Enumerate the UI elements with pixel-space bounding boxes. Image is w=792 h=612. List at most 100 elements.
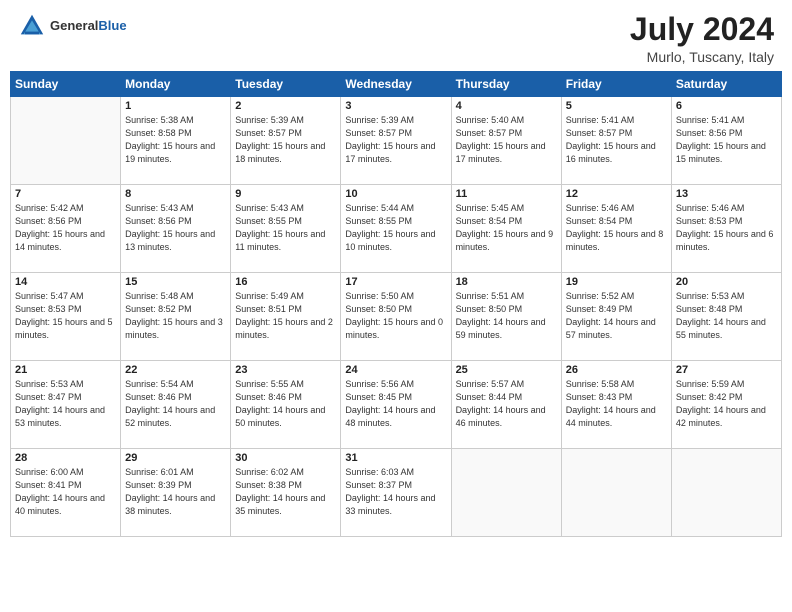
- day-info: Sunrise: 6:02 AMSunset: 8:38 PMDaylight:…: [235, 466, 336, 518]
- day-cell: 1 Sunrise: 5:38 AMSunset: 8:58 PMDaylight…: [121, 97, 231, 185]
- day-info: Sunrise: 5:42 AMSunset: 8:56 PMDaylight:…: [15, 202, 116, 254]
- weekday-header-row: SundayMondayTuesdayWednesdayThursdayFrid…: [11, 72, 782, 97]
- day-cell: 15 Sunrise: 5:48 AMSunset: 8:52 PMDayligh…: [121, 273, 231, 361]
- day-info: Sunrise: 5:41 AMSunset: 8:57 PMDaylight:…: [566, 114, 667, 166]
- day-cell: 8Sunrise: 5:43 AMSunset: 8:56 PMDaylight…: [121, 185, 231, 273]
- day-cell: 23Sunrise: 5:55 AMSunset: 8:46 PMDayligh…: [231, 361, 341, 449]
- weekday-header-sunday: Sunday: [11, 72, 121, 97]
- week-row-4: 21Sunrise: 5:53 AMSunset: 8:47 PMDayligh…: [11, 361, 782, 449]
- day-number: 22: [125, 364, 226, 376]
- day-number: 17: [345, 276, 446, 288]
- day-number: 13: [676, 188, 777, 200]
- day-cell: [671, 449, 781, 537]
- week-row-2: 7 Sunrise: 5:42 AMSunset: 8:56 PMDaylight…: [11, 185, 782, 273]
- day-cell: [11, 97, 121, 185]
- day-number: 8: [125, 188, 226, 200]
- day-number: 6: [676, 100, 777, 112]
- day-info: Sunrise: 5:54 AMSunset: 8:46 PMDaylight:…: [125, 378, 226, 430]
- page: GeneralBlue July 2024 Murlo, Tuscany, It…: [0, 0, 792, 612]
- logo-general: General: [50, 18, 98, 33]
- weekday-header-wednesday: Wednesday: [341, 72, 451, 97]
- day-cell: 18 Sunrise: 5:51 AMSunset: 8:50 PMDayligh…: [451, 273, 561, 361]
- day-number: 15: [125, 276, 226, 288]
- day-number: 23: [235, 364, 336, 376]
- day-number: 19: [566, 276, 667, 288]
- day-cell: 14Sunrise: 5:47 AMSunset: 8:53 PMDayligh…: [11, 273, 121, 361]
- day-number: 26: [566, 364, 667, 376]
- day-number: 11: [456, 188, 557, 200]
- day-number: 7: [15, 188, 116, 200]
- day-number: 16: [235, 276, 336, 288]
- location-title: Murlo, Tuscany, Italy: [630, 49, 774, 65]
- logo: GeneralBlue: [18, 12, 127, 40]
- day-cell: 9 Sunrise: 5:43 AMSunset: 8:55 PMDaylight…: [231, 185, 341, 273]
- day-info: Sunrise: 5:59 AMSunset: 8:42 PMDaylight:…: [676, 378, 777, 430]
- day-info: Sunrise: 5:38 AMSunset: 8:58 PMDaylight:…: [125, 114, 226, 166]
- day-cell: 24Sunrise: 5:56 AMSunset: 8:45 PMDayligh…: [341, 361, 451, 449]
- day-cell: 11Sunrise: 5:45 AMSunset: 8:54 PMDayligh…: [451, 185, 561, 273]
- day-cell: 2Sunrise: 5:39 AMSunset: 8:57 PMDaylight…: [231, 97, 341, 185]
- day-info: Sunrise: 5:51 AMSunset: 8:50 PMDaylight:…: [456, 290, 557, 342]
- weekday-header-thursday: Thursday: [451, 72, 561, 97]
- day-number: 28: [15, 452, 116, 464]
- day-info: Sunrise: 5:41 AMSunset: 8:56 PMDaylight:…: [676, 114, 777, 166]
- day-cell: 28 Sunrise: 6:00 AMSunset: 8:41 PMDayligh…: [11, 449, 121, 537]
- weekday-header-friday: Friday: [561, 72, 671, 97]
- day-info: Sunrise: 6:01 AMSunset: 8:39 PMDaylight:…: [125, 466, 226, 518]
- day-info: Sunrise: 5:46 AMSunset: 8:53 PMDaylight:…: [676, 202, 777, 254]
- day-number: 25: [456, 364, 557, 376]
- calendar: SundayMondayTuesdayWednesdayThursdayFrid…: [0, 71, 792, 612]
- day-number: 18: [456, 276, 557, 288]
- day-cell: 22 Sunrise: 5:54 AMSunset: 8:46 PMDayligh…: [121, 361, 231, 449]
- day-cell: 13 Sunrise: 5:46 AMSunset: 8:53 PMDayligh…: [671, 185, 781, 273]
- day-number: 3: [345, 100, 446, 112]
- header: GeneralBlue July 2024 Murlo, Tuscany, It…: [0, 0, 792, 71]
- day-cell: 27 Sunrise: 5:59 AMSunset: 8:42 PMDayligh…: [671, 361, 781, 449]
- week-row-1: 1 Sunrise: 5:38 AMSunset: 8:58 PMDaylight…: [11, 97, 782, 185]
- day-info: Sunrise: 5:40 AMSunset: 8:57 PMDaylight:…: [456, 114, 557, 166]
- day-cell: 20 Sunrise: 5:53 AMSunset: 8:48 PMDayligh…: [671, 273, 781, 361]
- day-number: 12: [566, 188, 667, 200]
- day-cell: 26 Sunrise: 5:58 AMSunset: 8:43 PMDayligh…: [561, 361, 671, 449]
- day-info: Sunrise: 5:43 AMSunset: 8:55 PMDaylight:…: [235, 202, 336, 254]
- logo-blue: Blue: [98, 18, 126, 33]
- day-number: 29: [125, 452, 226, 464]
- day-number: 27: [676, 364, 777, 376]
- day-info: Sunrise: 5:47 AMSunset: 8:53 PMDaylight:…: [15, 290, 116, 342]
- month-title: July 2024: [630, 12, 774, 47]
- weekday-header-tuesday: Tuesday: [231, 72, 341, 97]
- day-info: Sunrise: 5:58 AMSunset: 8:43 PMDaylight:…: [566, 378, 667, 430]
- calendar-table: SundayMondayTuesdayWednesdayThursdayFrid…: [10, 71, 782, 537]
- day-cell: 10 Sunrise: 5:44 AMSunset: 8:55 PMDayligh…: [341, 185, 451, 273]
- day-cell: 29 Sunrise: 6:01 AMSunset: 8:39 PMDayligh…: [121, 449, 231, 537]
- day-info: Sunrise: 5:46 AMSunset: 8:54 PMDaylight:…: [566, 202, 667, 254]
- week-row-3: 14Sunrise: 5:47 AMSunset: 8:53 PMDayligh…: [11, 273, 782, 361]
- day-cell: [561, 449, 671, 537]
- day-cell: 30Sunrise: 6:02 AMSunset: 8:38 PMDayligh…: [231, 449, 341, 537]
- day-cell: 25 Sunrise: 5:57 AMSunset: 8:44 PMDayligh…: [451, 361, 561, 449]
- day-info: Sunrise: 5:48 AMSunset: 8:52 PMDaylight:…: [125, 290, 226, 342]
- day-cell: 5 Sunrise: 5:41 AMSunset: 8:57 PMDaylight…: [561, 97, 671, 185]
- day-cell: 19Sunrise: 5:52 AMSunset: 8:49 PMDayligh…: [561, 273, 671, 361]
- day-cell: 7 Sunrise: 5:42 AMSunset: 8:56 PMDaylight…: [11, 185, 121, 273]
- day-cell: 3 Sunrise: 5:39 AMSunset: 8:57 PMDaylight…: [341, 97, 451, 185]
- day-info: Sunrise: 5:44 AMSunset: 8:55 PMDaylight:…: [345, 202, 446, 254]
- day-number: 9: [235, 188, 336, 200]
- day-info: Sunrise: 5:53 AMSunset: 8:48 PMDaylight:…: [676, 290, 777, 342]
- day-number: 2: [235, 100, 336, 112]
- day-number: 1: [125, 100, 226, 112]
- day-number: 5: [566, 100, 667, 112]
- weekday-header-monday: Monday: [121, 72, 231, 97]
- day-cell: [451, 449, 561, 537]
- day-number: 10: [345, 188, 446, 200]
- day-number: 21: [15, 364, 116, 376]
- day-cell: 4 Sunrise: 5:40 AMSunset: 8:57 PMDaylight…: [451, 97, 561, 185]
- day-number: 20: [676, 276, 777, 288]
- day-info: Sunrise: 5:56 AMSunset: 8:45 PMDaylight:…: [345, 378, 446, 430]
- day-info: Sunrise: 6:00 AMSunset: 8:41 PMDaylight:…: [15, 466, 116, 518]
- title-block: July 2024 Murlo, Tuscany, Italy: [630, 12, 774, 65]
- day-number: 4: [456, 100, 557, 112]
- day-info: Sunrise: 5:39 AMSunset: 8:57 PMDaylight:…: [345, 114, 446, 166]
- day-info: Sunrise: 5:57 AMSunset: 8:44 PMDaylight:…: [456, 378, 557, 430]
- day-cell: 6 Sunrise: 5:41 AMSunset: 8:56 PMDaylight…: [671, 97, 781, 185]
